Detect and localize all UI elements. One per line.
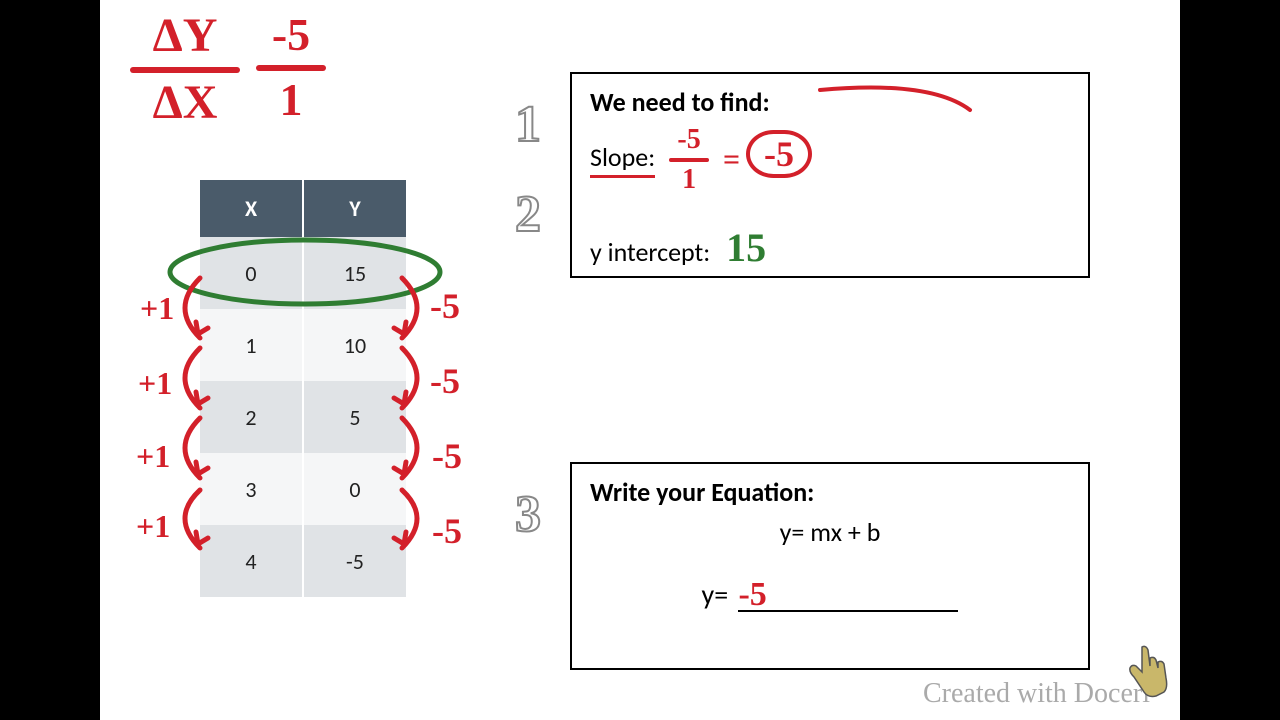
delta-fraction: ΔY ΔX -5 1 [130,8,326,130]
equation-answer-line: y= -5 [590,576,1070,612]
slope-answer: -5 [746,130,812,178]
equals-sign: = [723,143,740,176]
delta-y-annotation: -5 [432,510,462,552]
fraction-bar [669,158,709,162]
table-row: 3 0 [200,453,406,525]
fraction-bar [130,67,240,73]
slope-fraction: -5 1 [669,124,709,196]
fraction-bar [256,65,326,71]
delta-y-annotation: -5 [430,285,460,327]
pointer-hand-icon [1122,642,1172,702]
delta-y-label: ΔY [130,8,240,63]
xy-table: X Y 0 15 1 10 2 5 3 0 4 -5 [200,180,406,597]
box1-title: We need to find: [590,86,1070,118]
step-number-3: 3 [515,485,541,544]
step-number-2: 2 [515,185,541,244]
table-row: 0 15 [200,237,406,309]
one-label: 1 [256,73,326,126]
delta-x-annotation: +1 [138,365,172,402]
delta-y-annotation: -5 [430,360,460,402]
whiteboard: ΔY ΔX -5 1 X Y 0 15 1 10 [100,0,1180,720]
table-row: 1 10 [200,309,406,381]
header-y: Y [303,180,406,237]
table-row: 4 -5 [200,525,406,597]
delta-y-annotation: -5 [432,435,462,477]
table-row: 2 5 [200,381,406,453]
header-x: X [200,180,303,237]
delta-x-annotation: +1 [136,508,170,545]
equation-template: y= mx + b [590,516,1070,548]
box3-title: Write your Equation: [590,476,1070,508]
delta-x-annotation: +1 [140,290,174,327]
neg5-label: -5 [256,8,326,61]
delta-x-annotation: +1 [136,438,170,475]
yintercept-label: y intercept: [590,236,710,268]
equation-box: Write your Equation: y= mx + b y= -5 [570,462,1090,670]
watermark: Created with Doceri [923,678,1150,710]
find-box: We need to find: Slope: -5 1 = -5 y inte… [570,72,1090,278]
slope-label: Slope: [590,141,655,178]
delta-x-label: ΔX [130,75,240,130]
equation-slope-value: -5 [738,576,766,613]
step-number-1: 1 [515,95,541,154]
yintercept-value: 15 [726,225,766,270]
